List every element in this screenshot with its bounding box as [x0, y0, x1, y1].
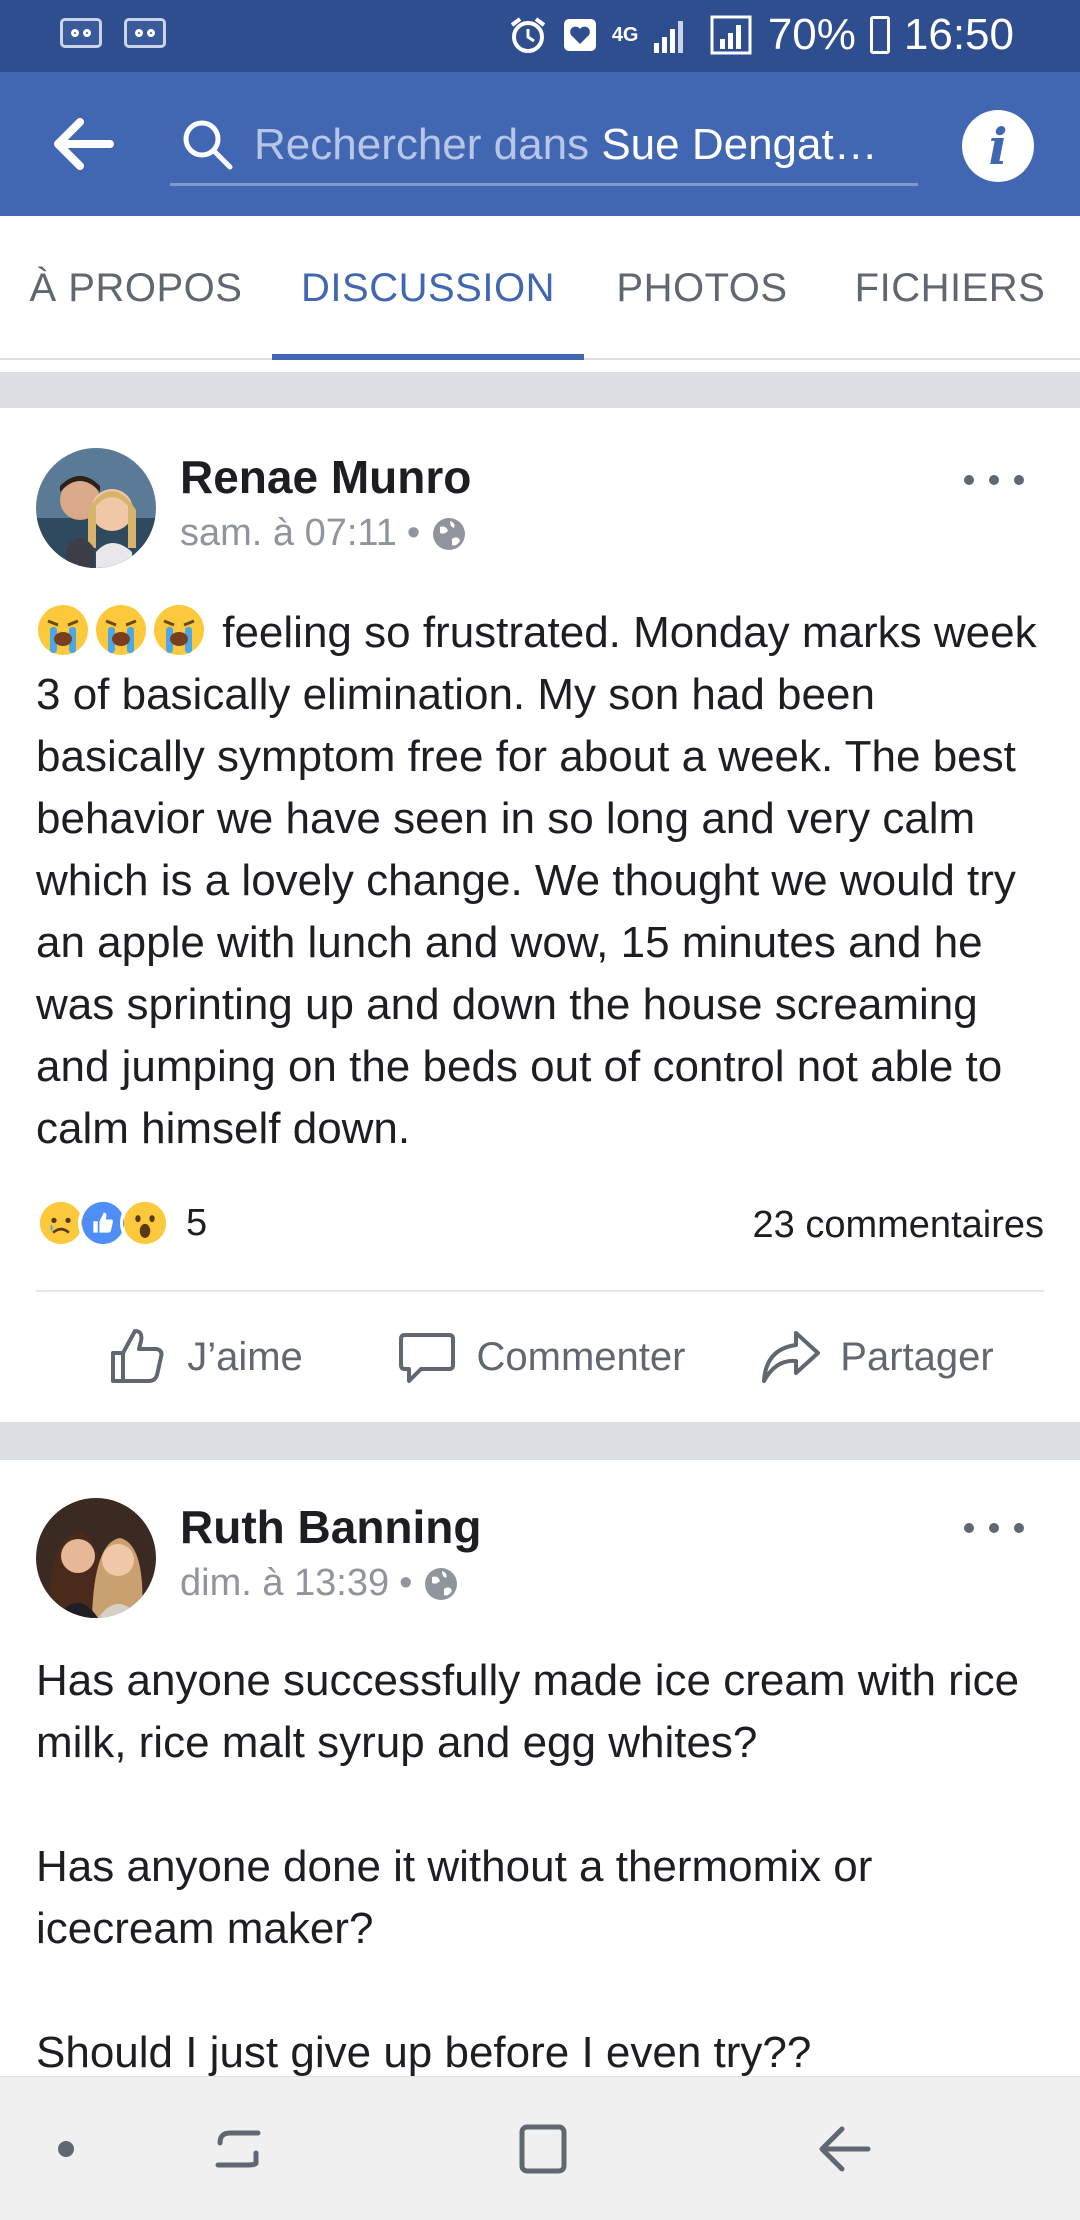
comment-button[interactable]: Commenter: [372, 1292, 708, 1422]
share-button[interactable]: Partager: [708, 1292, 1044, 1422]
status-bar: 4G 70% 16:50: [0, 0, 1080, 72]
avatar[interactable]: [36, 1498, 156, 1618]
comment-count[interactable]: 23 commentaires: [753, 1204, 1044, 1247]
post-author[interactable]: Ruth Banning: [180, 1500, 482, 1554]
post-author[interactable]: Renae Munro: [180, 450, 471, 504]
post-options-button[interactable]: [964, 460, 1024, 500]
post-meta: dim. à 13:39 •: [180, 1562, 460, 1605]
share-arrow-icon: [762, 1331, 821, 1383]
clock: 16:50: [903, 10, 1014, 59]
tab-photos[interactable]: PHOTOS: [584, 216, 820, 360]
search-icon: [183, 120, 233, 169]
thumbs-up-icon: [111, 1329, 164, 1383]
signal-sim2-icon: [710, 15, 752, 55]
voicemail-icon: [60, 18, 102, 48]
search-group-name: Sue Dengat…: [601, 119, 878, 169]
post-text: feeling so frustrated. Monday marks week…: [36, 608, 1037, 1153]
avatar[interactable]: [36, 448, 156, 568]
home-icon[interactable]: [510, 2117, 574, 2181]
meta-dot: •: [399, 1562, 413, 1604]
nav-dot-icon[interactable]: [34, 2117, 98, 2181]
group-header: Rechercher dans Sue Dengat… i: [0, 72, 1080, 216]
like-button[interactable]: J’aime: [36, 1292, 372, 1422]
feed-separator: [0, 372, 1080, 408]
search-placeholder: Rechercher dans: [254, 119, 590, 169]
meta-dot: •: [406, 512, 421, 554]
tab-about[interactable]: À PROPOS: [0, 216, 272, 360]
heart-app-icon: [563, 19, 596, 51]
notification-icons: [60, 18, 166, 48]
network-type: 4G: [611, 24, 639, 46]
crying-face-emoji: [96, 605, 146, 655]
search-input[interactable]: Rechercher dans Sue Dengat…: [170, 106, 918, 186]
group-tabs: À PROPOS DISCUSSION PHOTOS FICHIERS: [0, 216, 1080, 360]
globe-icon: [425, 1567, 458, 1600]
back-icon[interactable]: [812, 2117, 876, 2181]
post-paragraph: Has anyone successfully made ice cream w…: [36, 1656, 1020, 1767]
globe-icon: [433, 517, 466, 550]
wow-reaction-icon: [120, 1198, 170, 1248]
crying-face-emoji: [38, 605, 88, 655]
share-label: Partager: [840, 1334, 994, 1379]
alarm-icon: [510, 17, 546, 53]
recent-apps-icon[interactable]: [206, 2117, 270, 2181]
post-body: Has anyone successfully made ice cream w…: [36, 1650, 1044, 2076]
feed-post: Ruth Banning dim. à 13:39 • Has anyone s…: [0, 1460, 1080, 2076]
post-time[interactable]: sam. à 07:11: [180, 512, 397, 555]
feed-post: Renae Munro sam. à 07:11 • feeling so fr…: [0, 408, 1080, 1422]
info-icon[interactable]: i: [962, 110, 1034, 182]
system-nav-bar: [0, 2076, 1080, 2220]
feed-separator: [0, 1422, 1080, 1460]
comment-bubble-icon: [398, 1333, 455, 1383]
post-body: feeling so frustrated. Monday marks week…: [36, 602, 1044, 1160]
voicemail-count-icon: [124, 18, 166, 48]
post-paragraph: Has anyone done it without a thermomix o…: [36, 1842, 873, 1953]
reaction-count: 5: [186, 1201, 208, 1244]
post-paragraph: Should I just give up before I even try?…: [36, 2028, 812, 2076]
comment-label: Commenter: [476, 1334, 686, 1379]
post-meta: sam. à 07:11 •: [180, 512, 468, 555]
post-time[interactable]: dim. à 13:39: [180, 1562, 389, 1605]
reaction-summary[interactable]: 5: [36, 1198, 207, 1248]
signal-icon: [653, 21, 683, 53]
like-label: J’aime: [187, 1334, 303, 1379]
tab-files[interactable]: FICHIERS: [820, 216, 1080, 360]
post-action-bar: J’aime Commenter Partager: [36, 1290, 1044, 1422]
crying-face-emoji: [154, 605, 204, 655]
tab-discussion[interactable]: DISCUSSION: [272, 216, 584, 360]
post-options-button[interactable]: [964, 1508, 1024, 1548]
battery-percent: 70%: [767, 10, 856, 59]
battery-icon: [869, 16, 890, 54]
back-arrow-icon[interactable]: [52, 114, 116, 174]
